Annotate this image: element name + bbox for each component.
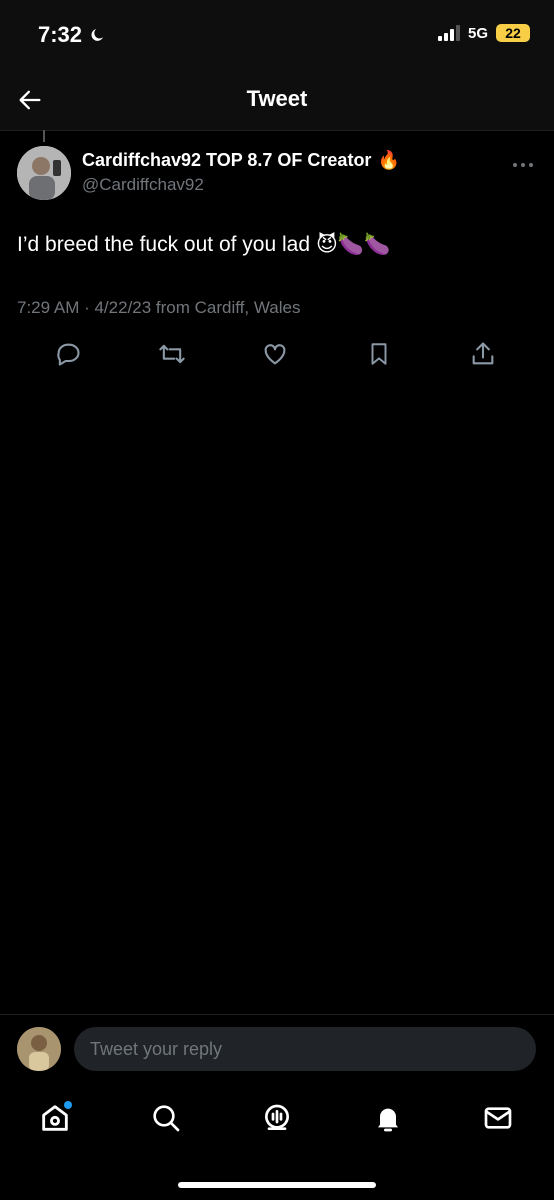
- notification-dot: [64, 1101, 72, 1109]
- tab-messages[interactable]: [478, 1098, 518, 1138]
- tab-home[interactable]: [35, 1098, 75, 1138]
- display-name-text: Cardiffchav92 TOP 8.7 OF Creator: [82, 150, 372, 170]
- tweet-actions: [0, 336, 554, 372]
- reply-icon: [57, 343, 80, 366]
- home-indicator: [178, 1182, 376, 1188]
- status-time: 7:32: [38, 22, 106, 48]
- more-options-button[interactable]: [512, 152, 534, 173]
- tweet-emojis: 😈🍆🍆: [316, 233, 391, 256]
- tab-notifications[interactable]: [368, 1098, 408, 1138]
- like-icon: [264, 344, 286, 365]
- user-handle: @Cardiffchav92: [82, 175, 204, 194]
- reply-avatar[interactable]: [17, 1027, 61, 1071]
- bookmark-icon: [371, 343, 387, 365]
- notifications-icon: [378, 1108, 398, 1132]
- tweet-body: I’d breed the fuck out of you lad: [17, 232, 311, 256]
- fire-emoji: 🔥: [377, 150, 400, 170]
- more-dots-icon: [513, 163, 533, 167]
- retweet-icon: [159, 344, 185, 364]
- thread-line: [43, 130, 45, 142]
- reply-input[interactable]: Tweet your reply: [74, 1027, 536, 1071]
- status-bar: 7:32 5G 22: [0, 0, 554, 70]
- like-button[interactable]: [257, 336, 293, 372]
- messages-icon: [484, 1107, 512, 1129]
- network-label: 5G: [467, 24, 488, 42]
- time-label: 7:32: [38, 22, 83, 47]
- tab-search[interactable]: [146, 1098, 186, 1138]
- share-button[interactable]: [465, 336, 501, 372]
- battery-icon: 22: [496, 24, 530, 42]
- tweet-text: I’d breed the fuck out of you lad 😈🍆🍆: [17, 232, 390, 257]
- tweet-meta: 7:29 AM · 4/22/23 from Cardiff, Wales: [17, 298, 301, 317]
- search-icon: [153, 1105, 180, 1132]
- tab-bar: [0, 1088, 554, 1148]
- avatar[interactable]: [17, 146, 71, 200]
- status-indicators: 5G 22: [437, 24, 530, 42]
- share-icon: [472, 342, 494, 365]
- header: Tweet: [0, 70, 554, 131]
- tweet-author[interactable]: Cardiffchav92 TOP 8.7 OF Creator 🔥 @Card…: [82, 150, 400, 195]
- spaces-icon: [265, 1104, 289, 1130]
- retweet-button[interactable]: [154, 336, 190, 372]
- bookmark-button[interactable]: [361, 336, 397, 372]
- reply-placeholder: Tweet your reply: [90, 1038, 223, 1059]
- signal-icon: [437, 25, 460, 41]
- reply-button[interactable]: [50, 336, 86, 372]
- tab-spaces[interactable]: [257, 1098, 297, 1138]
- reply-avatar-photo: [17, 1027, 61, 1071]
- moon-icon: [91, 29, 104, 41]
- page-title: Tweet: [246, 86, 308, 111]
- avatar-photo: [17, 146, 71, 200]
- display-name: Cardiffchav92 TOP 8.7 OF Creator 🔥: [82, 150, 400, 171]
- reply-bar: Tweet your reply: [0, 1014, 554, 1085]
